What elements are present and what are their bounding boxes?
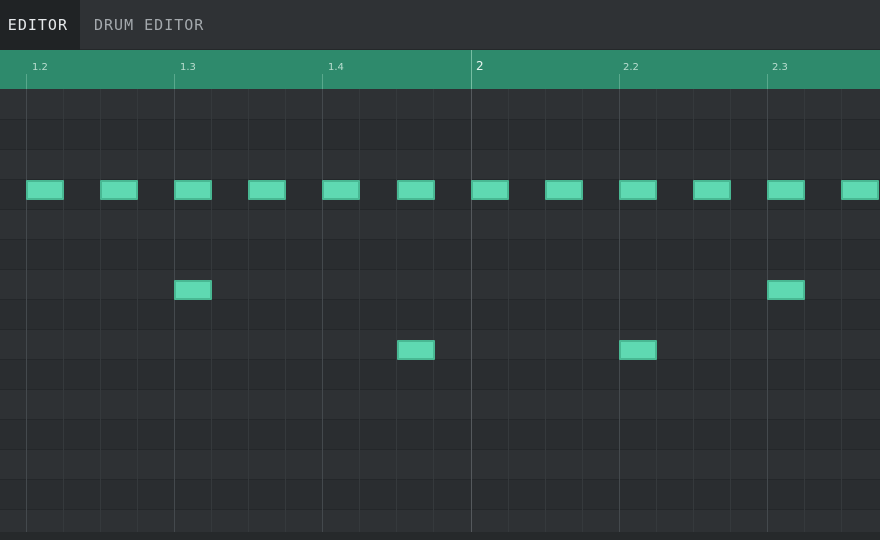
note[interactable] <box>767 180 805 200</box>
grid-row <box>0 389 880 419</box>
note[interactable] <box>545 180 583 200</box>
timeline-marker-2: 2 <box>476 59 484 73</box>
row-line <box>0 389 880 390</box>
grid-row <box>0 299 880 329</box>
beat-tick <box>767 74 768 89</box>
grid-row <box>0 449 880 479</box>
note[interactable] <box>397 180 435 200</box>
horizontal-scrollbar[interactable] <box>0 532 880 540</box>
note[interactable] <box>248 180 286 200</box>
step-line <box>211 89 212 540</box>
row-line <box>0 419 880 420</box>
row-line <box>0 269 880 270</box>
note[interactable] <box>619 340 657 360</box>
note[interactable] <box>397 340 435 360</box>
note[interactable] <box>174 180 212 200</box>
step-line <box>100 89 101 540</box>
row-line <box>0 449 880 450</box>
step-line <box>656 89 657 540</box>
tab-piano-roll-editor[interactable]: E EDITOR <box>0 0 80 50</box>
step-line <box>396 89 397 540</box>
row-line <box>0 299 880 300</box>
timeline-marker-1-3: 1.3 <box>180 62 196 73</box>
row-line <box>0 149 880 150</box>
grid-row <box>0 329 880 359</box>
timeline-ruler[interactable]: 1.2 1.3 1.4 2 2.2 2.3 <box>0 50 880 89</box>
row-line <box>0 509 880 510</box>
beat-line <box>619 89 620 540</box>
note[interactable] <box>841 180 879 200</box>
tab-piano-roll-label: E EDITOR <box>0 16 68 34</box>
grid-row <box>0 479 880 509</box>
timeline-marker-2-2: 2.2 <box>623 62 639 73</box>
row-line <box>0 239 880 240</box>
note[interactable] <box>174 280 212 300</box>
grid-row <box>0 89 880 119</box>
step-line <box>359 89 360 540</box>
step-line <box>248 89 249 540</box>
beat-line <box>322 89 323 540</box>
note[interactable] <box>100 180 138 200</box>
note[interactable] <box>619 180 657 200</box>
grid-row <box>0 269 880 299</box>
beat-tick <box>619 74 620 89</box>
beat-line <box>767 89 768 540</box>
step-line <box>841 89 842 540</box>
timeline-marker-1-4: 1.4 <box>328 62 344 73</box>
row-line <box>0 209 880 210</box>
step-line <box>582 89 583 540</box>
row-line <box>0 479 880 480</box>
step-line <box>804 89 805 540</box>
tab-drum-editor-label: DRUM EDITOR <box>94 16 205 34</box>
note[interactable] <box>767 280 805 300</box>
step-line <box>545 89 546 540</box>
note[interactable] <box>693 180 731 200</box>
beat-line <box>174 89 175 540</box>
beat-tick <box>26 74 27 89</box>
row-line <box>0 329 880 330</box>
grid-row <box>0 359 880 389</box>
grid-row <box>0 419 880 449</box>
note[interactable] <box>471 180 509 200</box>
step-line <box>730 89 731 540</box>
note-grid[interactable] <box>0 89 880 540</box>
tab-bar: E EDITOR DRUM EDITOR <box>0 0 880 50</box>
timeline-marker-2-3: 2.3 <box>772 62 788 73</box>
step-line <box>508 89 509 540</box>
grid-row <box>0 149 880 179</box>
timeline-marker-1-2: 1.2 <box>32 62 48 73</box>
note[interactable] <box>26 180 64 200</box>
step-line <box>433 89 434 540</box>
bar-tick <box>471 50 472 89</box>
beat-tick <box>174 74 175 89</box>
step-line <box>693 89 694 540</box>
step-line <box>285 89 286 540</box>
grid-row <box>0 119 880 149</box>
row-line <box>0 119 880 120</box>
bar-line <box>471 89 472 540</box>
step-line <box>63 89 64 540</box>
tab-drum-editor[interactable]: DRUM EDITOR <box>94 0 204 50</box>
note[interactable] <box>322 180 360 200</box>
step-line <box>137 89 138 540</box>
beat-tick <box>322 74 323 89</box>
row-line <box>0 359 880 360</box>
grid-row <box>0 209 880 239</box>
grid-row <box>0 239 880 269</box>
beat-line <box>26 89 27 540</box>
